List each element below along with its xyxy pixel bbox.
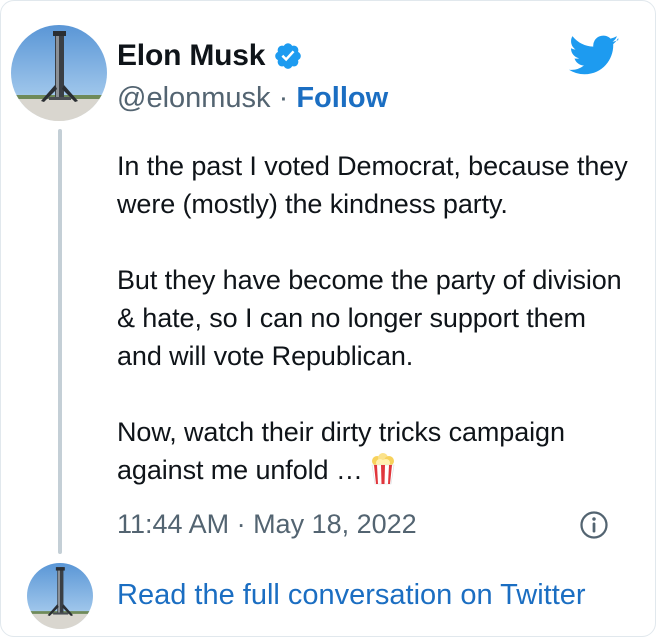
author-handle-row: @elonmusk · Follow: [117, 79, 388, 117]
tweet-paragraph-last: Now, watch their dirty tricks campaign a…: [117, 413, 637, 489]
verified-badge-icon: [275, 43, 302, 69]
handle-separator: ·: [270, 82, 297, 114]
tweet-paragraph: But they have become the party of divisi…: [117, 265, 622, 371]
tweet-paragraph: In the past I voted Democrat, because th…: [117, 151, 628, 219]
info-icon[interactable]: [579, 510, 609, 540]
author-name[interactable]: Elon Musk: [117, 39, 265, 73]
tweet-timestamp[interactable]: 11:44 AM · May 18, 2022: [117, 505, 417, 543]
tweet-card: Elon Musk @elonmusk · Follow In the past…: [0, 0, 656, 637]
twitter-bird-icon[interactable]: [569, 35, 619, 77]
follow-button[interactable]: Follow: [296, 82, 388, 114]
rocket-landing-photo: [27, 563, 93, 629]
thread-line: [58, 129, 62, 554]
author-handle[interactable]: @elonmusk: [117, 82, 271, 114]
author-avatar[interactable]: [11, 25, 107, 121]
rocket-landing-photo: [11, 25, 107, 121]
author-name-row: Elon Musk: [117, 35, 303, 77]
tweet-paragraph-text: Now, watch their dirty tricks campaign a…: [117, 417, 565, 485]
read-full-conversation-link[interactable]: Read the full conversation on Twitter: [117, 575, 586, 615]
popcorn-icon: [371, 453, 395, 485]
footer-avatar[interactable]: [27, 563, 93, 629]
tweet-body: In the past I voted Democrat, because th…: [117, 147, 637, 489]
